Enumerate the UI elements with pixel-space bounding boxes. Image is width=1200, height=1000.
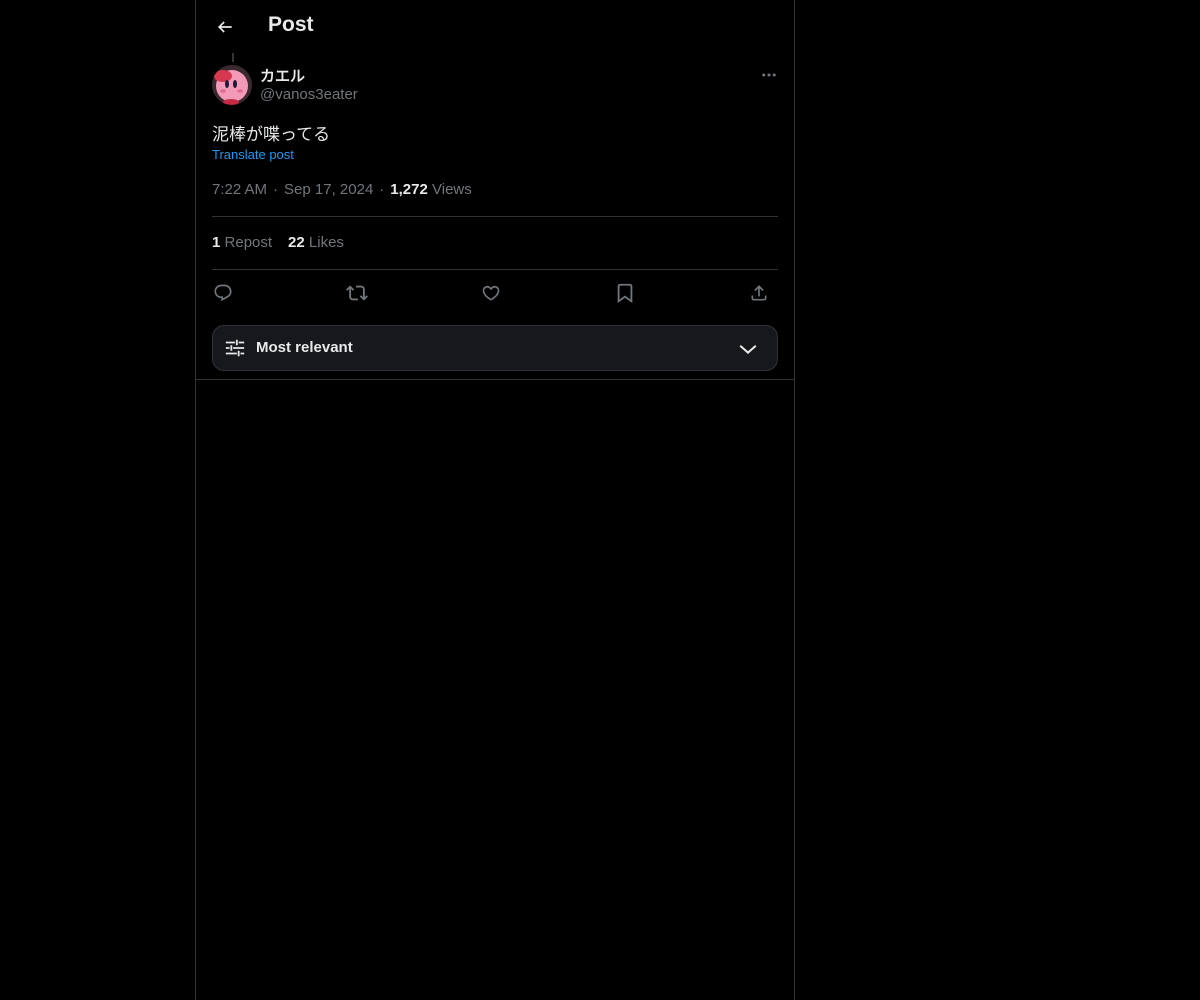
thread-line [232, 53, 234, 62]
like-button[interactable] [478, 280, 504, 306]
reply-icon [214, 284, 232, 302]
views-label: Views [432, 181, 472, 198]
translate-post-link[interactable]: Translate post [212, 147, 294, 162]
divider [212, 216, 778, 217]
reposts-stat[interactable]: 1 Repost [212, 234, 272, 251]
likes-label: Likes [308, 234, 344, 251]
sliders-icon [225, 339, 245, 357]
section-divider [196, 379, 794, 380]
replies-sort-dropdown[interactable]: Most relevant [212, 325, 778, 371]
page-title: Post [268, 13, 314, 36]
share-icon [751, 285, 767, 301]
avatar[interactable] [212, 65, 252, 105]
views-count: 1,272 [390, 181, 428, 198]
divider [212, 269, 778, 270]
likes-count: 22 [288, 234, 305, 251]
likes-stat[interactable]: 22 Likes [288, 234, 344, 251]
meta-separator: · [273, 181, 279, 198]
header: Post [196, 0, 794, 53]
post-text: 泥棒が喋ってる [212, 125, 331, 144]
reposts-count: 1 [212, 234, 221, 251]
sort-label: Most relevant [256, 339, 353, 356]
post-column: Post カエル @vanos3eater 泥棒が喋ってる Translate … [195, 0, 795, 1000]
author-handle[interactable]: @vanos3eater [260, 86, 358, 103]
bookmark-icon [617, 283, 633, 304]
meta-separator: · [379, 181, 385, 198]
back-button[interactable] [208, 10, 242, 44]
reposts-label: Repost [224, 234, 273, 251]
bookmark-button[interactable] [612, 280, 638, 306]
post-meta: 7:22 AM · Sep 17, 2024 · 1,272 Views [212, 181, 472, 198]
chevron-down-icon [739, 345, 757, 355]
more-options-button[interactable] [756, 64, 782, 86]
arrow-left-icon [217, 21, 232, 33]
author-display-name[interactable]: カエル [260, 65, 305, 86]
action-bar [212, 280, 778, 306]
post-date[interactable]: Sep 17, 2024 [284, 181, 373, 198]
more-horizontal-icon [762, 73, 776, 77]
heart-icon [482, 285, 500, 301]
repost-icon [346, 285, 368, 301]
repost-button[interactable] [344, 280, 370, 306]
share-button[interactable] [746, 280, 772, 306]
post-time[interactable]: 7:22 AM [212, 181, 267, 198]
post-stats: 1 Repost 22 Likes [212, 234, 360, 251]
reply-button[interactable] [210, 280, 236, 306]
